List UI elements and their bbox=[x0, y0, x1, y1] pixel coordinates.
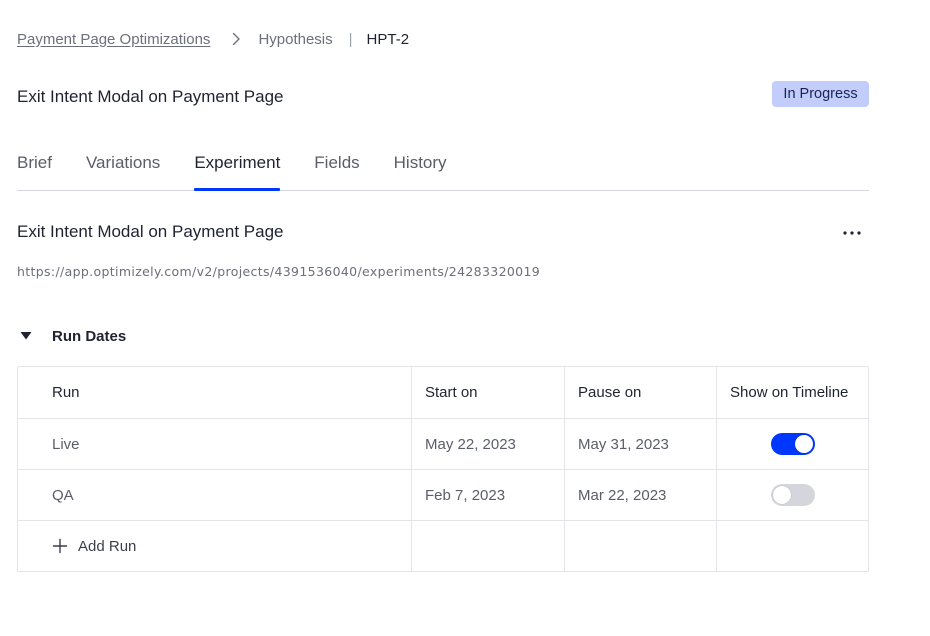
page-title: Exit Intent Modal on Payment Page bbox=[17, 87, 284, 106]
pause-date-cell[interactable]: Mar 22, 2023 bbox=[565, 470, 717, 520]
chevron-right-icon bbox=[233, 32, 241, 46]
experiment-title: Exit Intent Modal on Payment Page bbox=[17, 222, 284, 241]
run-dates-title: Run Dates bbox=[52, 327, 127, 345]
show-on-timeline-cell bbox=[717, 470, 868, 520]
plus-icon bbox=[52, 538, 68, 554]
add-run-label: Add Run bbox=[78, 537, 137, 555]
toggle-knob bbox=[794, 435, 813, 453]
run-name-cell[interactable]: Live bbox=[18, 419, 412, 469]
table-row: Live May 22, 2023 May 31, 2023 bbox=[18, 419, 868, 470]
tab-variations[interactable]: Variations bbox=[86, 150, 160, 190]
show-on-timeline-toggle[interactable] bbox=[770, 484, 815, 506]
show-on-timeline-toggle[interactable] bbox=[770, 433, 815, 455]
experiment-url[interactable]: https://app.optimizely.com/v2/projects/4… bbox=[17, 264, 540, 279]
column-header-pause: Pause on bbox=[565, 367, 717, 418]
toggle-knob bbox=[772, 486, 791, 504]
column-header-show: Show on Timeline bbox=[730, 384, 849, 401]
start-date-cell[interactable]: May 22, 2023 bbox=[412, 419, 565, 469]
empty-cell bbox=[412, 521, 565, 571]
table-row: QA Feb 7, 2023 Mar 22, 2023 bbox=[18, 470, 868, 521]
tab-history[interactable]: History bbox=[394, 150, 447, 190]
run-name-cell[interactable]: QA bbox=[18, 470, 412, 520]
table-header-row: Run Start on Pause on Show on Timeline bbox=[18, 367, 868, 419]
tab-brief[interactable]: Brief bbox=[17, 150, 52, 190]
tab-bar: Brief Variations Experiment Fields Histo… bbox=[17, 150, 869, 191]
column-header-start: Start on bbox=[412, 367, 565, 418]
empty-cell bbox=[717, 521, 868, 571]
breadcrumb-divider: | bbox=[348, 30, 353, 48]
show-on-timeline-cell bbox=[717, 419, 868, 469]
start-date-cell[interactable]: Feb 7, 2023 bbox=[412, 470, 565, 520]
column-header-run: Run bbox=[18, 367, 412, 418]
add-run-cell: Add Run bbox=[18, 521, 412, 571]
pause-date-cell[interactable]: May 31, 2023 bbox=[565, 419, 717, 469]
empty-cell bbox=[565, 521, 717, 571]
add-run-row: Add Run bbox=[18, 521, 868, 571]
tab-experiment[interactable]: Experiment bbox=[194, 150, 280, 191]
breadcrumb-section[interactable]: Hypothesis bbox=[258, 31, 332, 48]
breadcrumb-current: HPT-2 bbox=[366, 30, 410, 48]
breadcrumb: Payment Page Optimizations Hypothesis | … bbox=[17, 29, 409, 49]
tab-fields[interactable]: Fields bbox=[314, 150, 359, 190]
run-dates-toggle[interactable]: Run Dates bbox=[17, 326, 126, 346]
status-badge[interactable]: In Progress bbox=[772, 81, 869, 107]
more-horizontal-icon bbox=[843, 231, 861, 235]
add-run-button[interactable]: Add Run bbox=[52, 538, 136, 555]
breadcrumb-project-link[interactable]: Payment Page Optimizations bbox=[17, 31, 210, 48]
run-dates-table: Run Start on Pause on Show on Timeline L… bbox=[17, 366, 869, 572]
more-options-button[interactable] bbox=[837, 222, 867, 244]
triangle-down-icon bbox=[20, 332, 32, 340]
